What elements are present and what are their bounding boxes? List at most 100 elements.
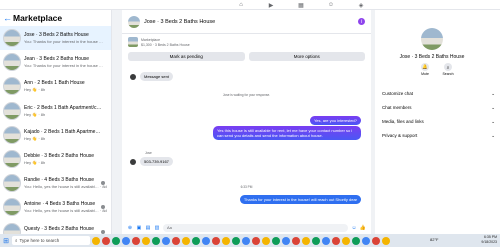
message-bubble-outgoing: Yes this house is still available for re… [213, 126, 361, 140]
chrome-app-icon[interactable] [142, 236, 150, 245]
chrome-app-icon[interactable] [282, 236, 290, 245]
listing-thumbnail [3, 174, 21, 193]
contact-name: Jose · 3 Beds 2 Baths House [399, 54, 465, 60]
conversation-name: Ann · 2 Beds 1 Bath House [24, 80, 85, 87]
chrome-app-icon[interactable] [182, 236, 190, 245]
search-button[interactable]: ⌕ Search [441, 63, 455, 76]
waiting-notice: Jose is waiting for your response. [222, 93, 271, 97]
conversation-preview: Hey 👋 · 8h [24, 160, 46, 166]
more-options-button[interactable]: More options [248, 52, 365, 61]
chrome-app-icon[interactable] [262, 236, 270, 245]
chrome-app-icon[interactable] [172, 236, 180, 245]
mute-button[interactable]: 🔔 Mute [418, 63, 432, 76]
conversation-item[interactable]: Ann · 2 Beds 1 Bath House Hey 👋 · 8h [0, 74, 111, 98]
info-icon[interactable]: i [358, 18, 365, 25]
mute-label: Mute [421, 72, 429, 76]
video-icon[interactable]: ▶ [266, 2, 276, 9]
message-input[interactable]: Aa [163, 223, 348, 232]
section-chat-members[interactable]: Chat members ⌄ [382, 105, 495, 111]
conversation-item[interactable]: Debbie · 3 Beds 2 Baths House Hey 👋 · 8h [0, 147, 111, 171]
conversation-name: Jose · 3 Beds 2 Baths House [24, 32, 89, 39]
people-icon[interactable]: ☺ [326, 2, 336, 8]
store-icon[interactable]: ▦ [296, 2, 306, 9]
conversation-item[interactable]: Jean · 3 Beds 2 Baths House You: Thanks f… [0, 50, 111, 74]
gif-icon[interactable]: ▥ [154, 225, 160, 231]
mark-as-pending-button[interactable]: Mark as pending [128, 52, 245, 61]
conversation-name: Eric · 2 Beds 1 Bath Apartment/c… [24, 104, 102, 111]
listing-thumbnail [3, 29, 21, 48]
emoji-icon[interactable]: ☺ [351, 225, 357, 231]
home-icon[interactable]: ⌂ [236, 2, 246, 8]
conversation-item[interactable]: Questy · 3 Beds 2 Baths HouseYou: Hello,… [0, 220, 111, 234]
conversation-item[interactable]: Kajado · 2 Beds 1 Bath Apartme… Hey 👋 · 8… [0, 123, 111, 147]
conversation-preview: You: Thanks for your interest in the hou… [24, 63, 103, 69]
windows-start-icon[interactable]: ⊞ [2, 237, 10, 245]
bell-icon: 🔔 [421, 63, 429, 71]
chrome-app-icon[interactable] [132, 236, 140, 245]
chrome-app-icon[interactable] [322, 236, 330, 245]
chrome-app-icon[interactable] [202, 236, 210, 245]
message-list: Message sent Jose is waiting for your re… [122, 63, 371, 204]
conversation-text: Randie · 4 Beds 3 Baths House You: Hello,… [24, 177, 108, 189]
chrome-app-icon[interactable] [152, 236, 160, 245]
section-customize-chat[interactable]: Customize chat ⌄ [382, 91, 495, 97]
chrome-app-icon[interactable] [382, 236, 390, 245]
chrome-app-icon[interactable] [112, 236, 120, 245]
conversation-text: Ann · 2 Beds 1 Bath House Hey 👋 · 8h [24, 80, 108, 92]
conversation-item[interactable]: Jose · 3 Beds 2 Baths House You: Thanks f… [0, 26, 111, 51]
section-privacy-support[interactable]: Privacy & support ⌄ [382, 133, 495, 139]
message-timestamp: 6:33 PM [240, 185, 253, 189]
section-media-files-links[interactable]: Media, files and links ⌄ [382, 119, 495, 125]
image-icon[interactable]: ▣ [136, 225, 142, 231]
conversation-text: Jean · 3 Beds 2 Baths House You: Thanks f… [24, 56, 108, 68]
weather-widget[interactable]: 82°F [430, 237, 439, 242]
conversation-text: Antoine · 4 Beds 3 Baths House You: Hello… [24, 201, 108, 213]
chrome-app-icon[interactable] [122, 236, 130, 245]
chrome-app-icon[interactable] [212, 236, 220, 245]
chat-panel: Jose · 3 Beds 2 Baths House i Marketplac… [122, 10, 371, 234]
chrome-app-icon[interactable] [302, 236, 310, 245]
chrome-app-icon[interactable] [292, 236, 300, 245]
chrome-app-icon[interactable] [352, 236, 360, 245]
chrome-app-icon[interactable] [192, 236, 200, 245]
message-bubble-incoming: 503-739-9167 [140, 157, 173, 166]
like-icon[interactable]: 👍 [360, 225, 366, 231]
chat-title[interactable]: Jose · 3 Beds 2 Baths House [144, 19, 354, 25]
chrome-app-icon[interactable] [332, 236, 340, 245]
conversation-text: Kajado · 2 Beds 1 Bath Apartme… Hey 👋 · 8… [24, 129, 108, 141]
chrome-app-icon[interactable] [102, 236, 110, 245]
unread-dot [101, 229, 105, 234]
conversation-item[interactable]: Antoine · 4 Beds 3 Baths House You: Hello… [0, 195, 111, 219]
conversation-details-panel: Jose · 3 Beds 2 Baths House 🔔 Mute ⌕ Sea… [375, 10, 500, 234]
listing-thumbnail [3, 150, 21, 169]
clock-date: 9/18/2023 [481, 240, 497, 244]
conversation-preview: Hey 👋 · 8h [24, 111, 46, 117]
conversation-preview: You: Hello, yes the house is still avail… [24, 208, 107, 214]
chrome-app-icon[interactable] [232, 236, 240, 245]
conversation-text: Debbie · 3 Beds 2 Baths House Hey 👋 · 8h [24, 153, 108, 165]
chrome-app-icon[interactable] [252, 236, 260, 245]
taskbar-search-box[interactable]: ⌕ Type here to search [12, 236, 90, 245]
chrome-app-icon[interactable] [372, 236, 380, 245]
sender-avatar [130, 159, 136, 165]
gaming-icon[interactable]: ◈ [356, 2, 366, 9]
chrome-app-icon[interactable] [242, 236, 250, 245]
plus-icon[interactable]: ⊕ [127, 225, 133, 231]
listing-card[interactable]: Marketplace $1,300 · 3 Beds 2 Baths Hous… [122, 34, 371, 50]
chrome-app-icon[interactable] [312, 236, 320, 245]
conversation-preview: You: Thanks for your interest in the hou… [24, 39, 103, 45]
chrome-app-icon[interactable] [162, 236, 170, 245]
chrome-app-icon[interactable] [342, 236, 350, 245]
arrow-left-icon[interactable]: ← [3, 13, 12, 23]
chrome-app-icon[interactable] [272, 236, 280, 245]
chrome-app-icon[interactable] [362, 236, 370, 245]
conversation-item[interactable]: Randie · 4 Beds 3 Baths House You: Hello,… [0, 171, 111, 195]
taskbar-search-placeholder: Type here to search [19, 238, 60, 243]
sticker-icon[interactable]: ▤ [145, 225, 151, 231]
top-navigation-bar: ⌂ ▶ ▦ ☺ ◈ [0, 0, 500, 10]
conversation-item[interactable]: Eric · 2 Beds 1 Bath Apartment/c… Hey 👋 ·… [0, 99, 111, 123]
system-clock[interactable]: 6:35 PM 9/18/2023 [481, 235, 497, 245]
chrome-app-icon[interactable] [222, 236, 230, 245]
chrome-app-icon[interactable] [92, 236, 100, 245]
message-bubble-incoming: Message sent [140, 72, 173, 81]
